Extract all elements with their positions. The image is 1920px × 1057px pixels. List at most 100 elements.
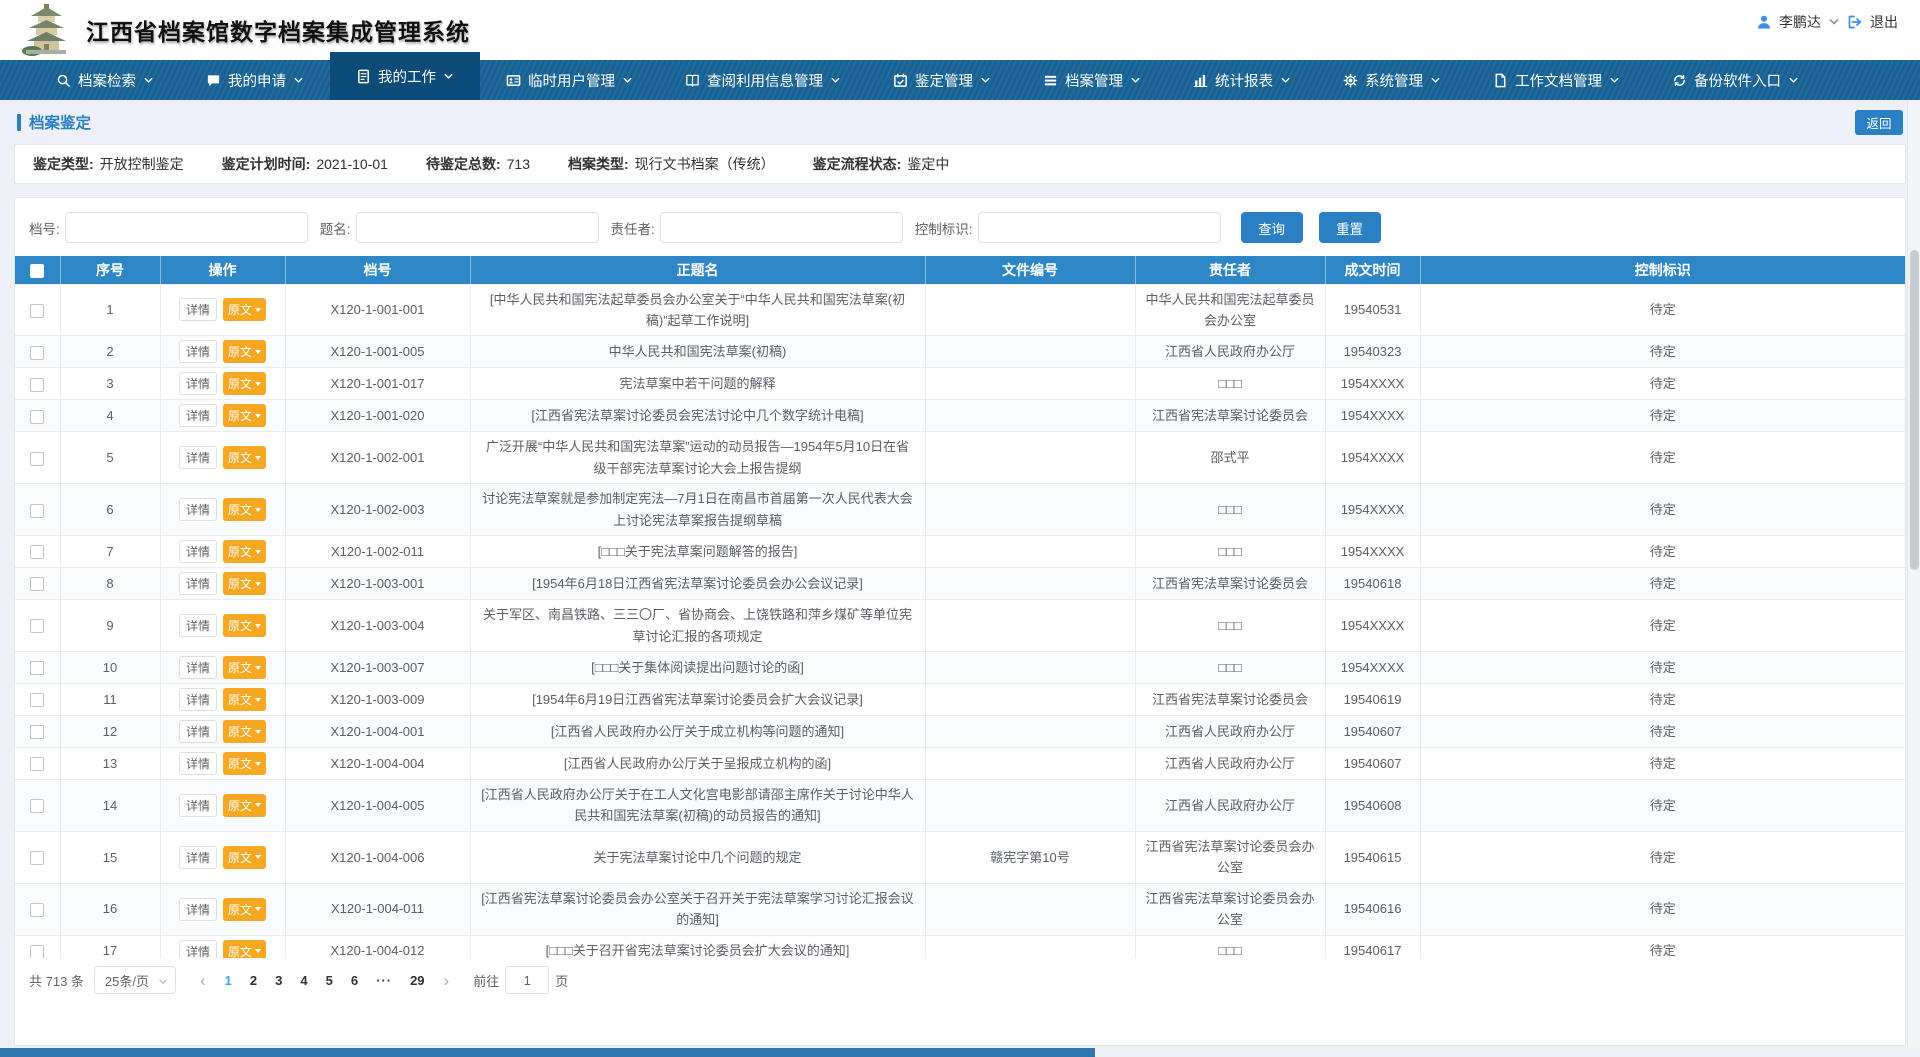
page-number-1[interactable]: 1 xyxy=(225,973,232,988)
detail-button[interactable]: 详情 xyxy=(179,752,217,775)
back-button[interactable]: 返回 xyxy=(1855,110,1903,135)
reset-button[interactable]: 重置 xyxy=(1319,212,1381,243)
original-button[interactable]: 原文 xyxy=(223,572,266,595)
nav-item-work-doc-mgmt[interactable]: 工作文档管理 xyxy=(1467,60,1646,100)
original-button[interactable]: 原文 xyxy=(223,404,266,427)
page-number-3[interactable]: 3 xyxy=(275,973,282,988)
detail-button[interactable]: 详情 xyxy=(179,540,217,563)
nav-item-my-apply[interactable]: 我的申请 xyxy=(180,60,330,100)
row-checkbox[interactable] xyxy=(30,410,44,424)
row-checkbox[interactable] xyxy=(30,619,44,633)
page-number-5[interactable]: 5 xyxy=(326,973,333,988)
original-button[interactable]: 原文 xyxy=(223,540,266,563)
next-page-button[interactable]: › xyxy=(444,972,450,989)
row-checkbox[interactable] xyxy=(30,378,44,392)
prev-page-button[interactable]: ‹ xyxy=(200,972,206,989)
filter-input-control-flag[interactable] xyxy=(978,212,1221,243)
detail-button[interactable]: 详情 xyxy=(179,340,217,363)
caret-down-icon xyxy=(255,730,261,734)
original-button[interactable]: 原文 xyxy=(223,446,266,469)
user-name[interactable]: 李鹏达 xyxy=(1779,12,1821,32)
detail-button[interactable]: 详情 xyxy=(179,898,217,921)
row-checkbox[interactable] xyxy=(30,304,44,318)
filter-input-title[interactable] xyxy=(356,212,599,243)
original-button[interactable]: 原文 xyxy=(223,372,266,395)
original-button[interactable]: 原文 xyxy=(223,614,266,637)
caret-down-icon xyxy=(255,508,261,512)
more-pages-button[interactable]: ··· xyxy=(376,973,392,988)
column-header-6: 成文时间 xyxy=(1325,256,1420,284)
original-button[interactable]: 原文 xyxy=(223,898,266,921)
column-header-1: 操作 xyxy=(160,256,285,284)
page-number-4[interactable]: 4 xyxy=(300,973,307,988)
doc-date: 19540619 xyxy=(1325,684,1420,716)
page-number-2[interactable]: 2 xyxy=(250,973,257,988)
vertical-scrollbar[interactable] xyxy=(1907,100,1920,1048)
row-checkbox[interactable] xyxy=(30,661,44,675)
filter-input-responsible[interactable] xyxy=(660,212,903,243)
nav-item-my-work[interactable]: 我的工作 xyxy=(330,52,480,100)
detail-button[interactable]: 详情 xyxy=(179,794,217,817)
row-checkbox[interactable] xyxy=(30,545,44,559)
original-button[interactable]: 原文 xyxy=(223,498,266,521)
row-checkbox[interactable] xyxy=(30,725,44,739)
detail-button[interactable]: 详情 xyxy=(179,446,217,469)
doc-number: X120-1-001-017 xyxy=(285,368,470,400)
detail-button[interactable]: 详情 xyxy=(179,614,217,637)
row-checkbox[interactable] xyxy=(30,757,44,771)
detail-button[interactable]: 详情 xyxy=(179,656,217,679)
row-checkbox[interactable] xyxy=(30,693,44,707)
row-checkbox[interactable] xyxy=(30,504,44,518)
row-checkbox[interactable] xyxy=(30,851,44,865)
nav-item-temp-user-mgmt[interactable]: 临时用户管理 xyxy=(480,60,659,100)
logout-icon[interactable] xyxy=(1847,14,1863,30)
horizontal-scrollbar-thumb[interactable] xyxy=(0,1048,1095,1057)
row-checkbox[interactable] xyxy=(30,577,44,591)
original-button[interactable]: 原文 xyxy=(223,720,266,743)
nav-item-archive-mgmt[interactable]: 档案管理 xyxy=(1017,60,1167,100)
nav-item-system-mgmt[interactable]: 系统管理 xyxy=(1317,60,1467,100)
nav-item-archive-search[interactable]: 档案检索 xyxy=(30,60,180,100)
horizontal-scrollbar[interactable] xyxy=(0,1048,1907,1057)
responsible-party: 江西省宪法草案讨论委员会办公室 xyxy=(1135,831,1325,883)
original-button[interactable]: 原文 xyxy=(223,656,266,679)
row-checkbox[interactable] xyxy=(30,452,44,466)
vertical-scrollbar-thumb[interactable] xyxy=(1910,250,1919,570)
filter-input-docno[interactable] xyxy=(65,212,308,243)
row-checkbox[interactable] xyxy=(30,799,44,813)
detail-button[interactable]: 详情 xyxy=(179,298,217,321)
info-item: 档案类型:现行文书档案（传统） xyxy=(568,154,775,174)
row-checkbox[interactable] xyxy=(30,346,44,360)
file-number xyxy=(925,684,1135,716)
detail-button[interactable]: 详情 xyxy=(179,720,217,743)
original-button[interactable]: 原文 xyxy=(223,846,266,869)
original-button[interactable]: 原文 xyxy=(223,794,266,817)
page-number-29[interactable]: 29 xyxy=(410,973,424,988)
logout-label[interactable]: 退出 xyxy=(1870,12,1898,32)
search-button[interactable]: 查询 xyxy=(1241,212,1303,243)
doc-number: X120-1-002-011 xyxy=(285,536,470,568)
page-number-6[interactable]: 6 xyxy=(351,973,358,988)
original-button[interactable]: 原文 xyxy=(223,298,266,321)
original-button[interactable]: 原文 xyxy=(223,688,266,711)
select-all-checkbox[interactable] xyxy=(30,264,44,278)
detail-button[interactable]: 详情 xyxy=(179,498,217,521)
row-checkbox[interactable] xyxy=(30,945,44,958)
detail-button[interactable]: 详情 xyxy=(179,404,217,427)
nav-item-reading-info-mgmt[interactable]: 查阅利用信息管理 xyxy=(659,60,867,100)
page-size-select[interactable]: 25条/页 xyxy=(94,966,176,994)
original-button[interactable]: 原文 xyxy=(223,940,266,958)
detail-button[interactable]: 详情 xyxy=(179,372,217,395)
detail-button[interactable]: 详情 xyxy=(179,688,217,711)
chevron-down-icon[interactable] xyxy=(1828,16,1840,28)
goto-page-input[interactable] xyxy=(505,966,549,994)
detail-button[interactable]: 详情 xyxy=(179,572,217,595)
nav-item-stats-report[interactable]: 统计报表 xyxy=(1167,60,1317,100)
original-button[interactable]: 原文 xyxy=(223,340,266,363)
original-button[interactable]: 原文 xyxy=(223,752,266,775)
detail-button[interactable]: 详情 xyxy=(179,940,217,958)
nav-item-backup-entry[interactable]: 备份软件入口 xyxy=(1646,60,1825,100)
nav-item-appraisal-mgmt[interactable]: 鉴定管理 xyxy=(867,60,1017,100)
row-checkbox[interactable] xyxy=(30,903,44,917)
detail-button[interactable]: 详情 xyxy=(179,846,217,869)
